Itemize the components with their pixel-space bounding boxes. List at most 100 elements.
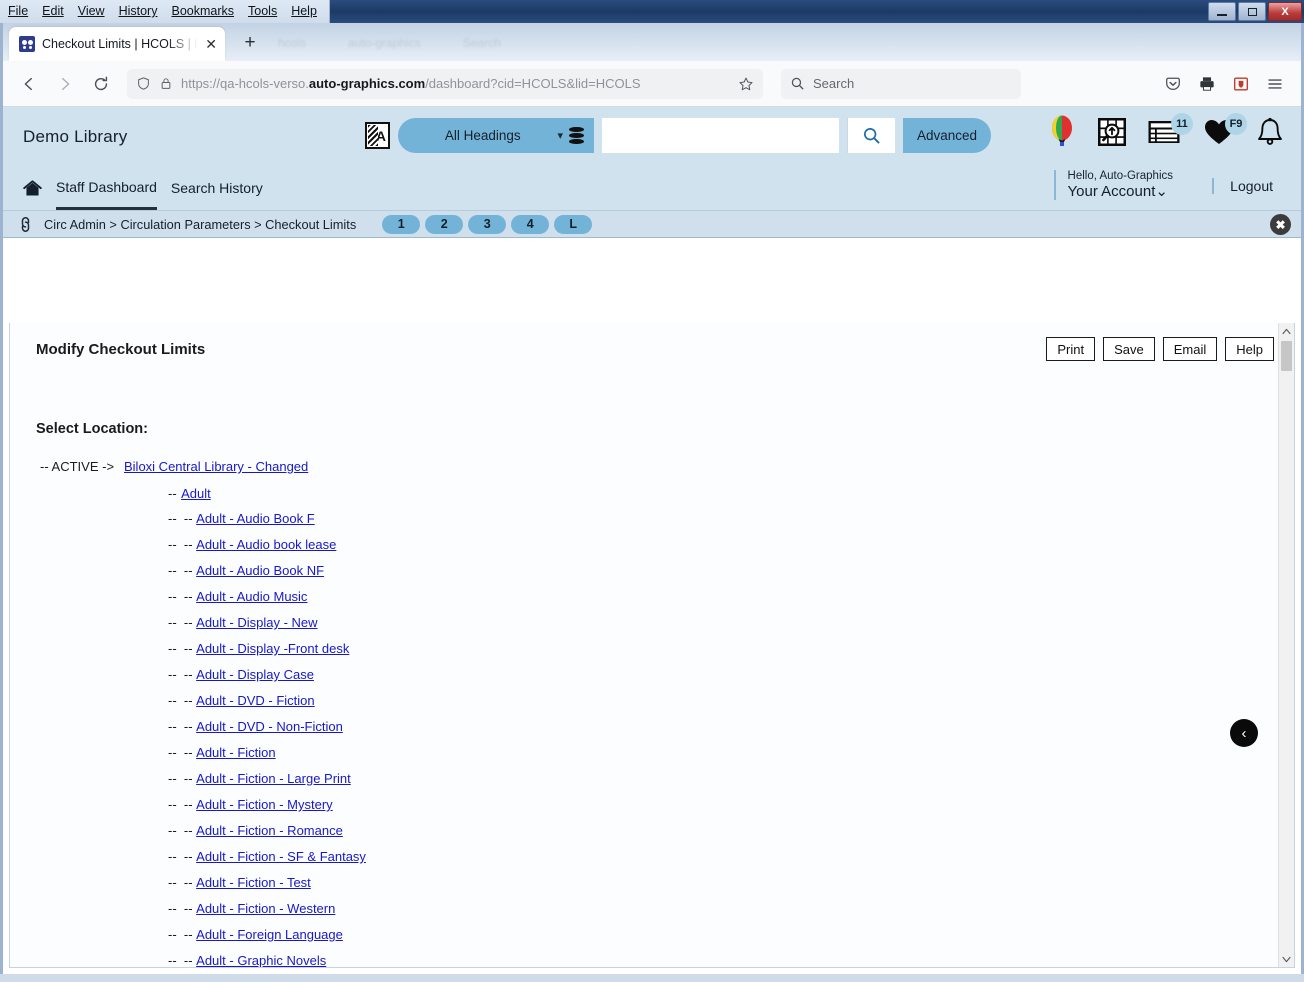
location-link[interactable]: Adult - DVD - Fiction (196, 693, 314, 708)
indent-dashes: -- -- (168, 537, 197, 552)
link-chain-icon (14, 213, 37, 236)
back-icon[interactable] (13, 68, 45, 100)
forward-icon[interactable] (49, 68, 81, 100)
step-3[interactable]: 3 (468, 214, 507, 234)
scrollbar-thumb[interactable] (1281, 341, 1292, 371)
page-header-row: Modify Checkout Limits Print Save Email … (10, 323, 1294, 361)
menu-history[interactable]: History (119, 0, 158, 23)
step-2[interactable]: 2 (425, 214, 464, 234)
content-scroll-area: Modify Checkout Limits Print Save Email … (10, 323, 1294, 967)
location-link[interactable]: Adult - Fiction - Large Print (196, 771, 351, 786)
location-link[interactable]: Adult - Display Case (196, 667, 314, 682)
window-controls: X (1208, 2, 1302, 21)
email-button[interactable]: Email (1162, 337, 1218, 361)
indent-dashes: -- -- (168, 823, 197, 838)
location-link[interactable]: Adult - Audio book lease (196, 537, 336, 552)
content-scrollbar[interactable] (1278, 323, 1294, 967)
close-panel-icon[interactable]: ✖ (1270, 214, 1291, 235)
location-link-adult[interactable]: Adult (181, 486, 211, 501)
indent-dashes: -- -- (168, 901, 197, 916)
step-l[interactable]: L (554, 214, 593, 234)
scroll-up-arrow-icon[interactable] (1279, 323, 1294, 339)
library-brand: Demo Library (23, 126, 128, 146)
your-account-link[interactable]: Your Account⌄ (1068, 183, 1173, 200)
tab-search-history[interactable]: Search History (171, 166, 263, 210)
indent-dashes: -- -- (168, 693, 197, 708)
hamburger-menu-icon[interactable] (1259, 68, 1291, 100)
location-link[interactable]: Adult - Fiction - SF & Fantasy (196, 849, 366, 864)
url-bar[interactable]: https://qa-hcols-verso.auto-graphics.com… (127, 68, 763, 99)
location-link[interactable]: Adult - Display -Front desk (196, 641, 349, 656)
indent-dashes: -- -- (168, 953, 197, 968)
menu-view[interactable]: View (78, 0, 105, 23)
close-window-button[interactable]: X (1268, 2, 1302, 21)
menu-tools[interactable]: Tools (248, 0, 277, 23)
browser-tab-active[interactable]: Checkout Limits | HCOLS | hcols ✕ (9, 27, 225, 61)
print-icon[interactable] (1191, 68, 1223, 100)
tab-strip-ghost-artifact: hcols auto-graphics Search (278, 36, 501, 50)
location-link[interactable]: Adult - Display - New (196, 615, 317, 630)
location-link[interactable]: Adult - Graphic Novels (196, 953, 326, 967)
step-4[interactable]: 4 (511, 214, 550, 234)
browser-navbar: https://qa-hcols-verso.auto-graphics.com… (3, 61, 1301, 107)
language-icon[interactable]: A (365, 122, 390, 149)
menu-help[interactable]: Help (291, 0, 317, 23)
page-title: Modify Checkout Limits (36, 340, 206, 358)
new-tab-button[interactable]: + (235, 28, 265, 58)
collapse-panel-arrow-icon[interactable]: ‹ (1230, 719, 1258, 747)
tab-staff-dashboard[interactable]: Staff Dashboard (56, 166, 157, 210)
step-1[interactable]: 1 (382, 214, 421, 234)
bookmark-star-icon[interactable] (738, 76, 754, 92)
search-scope-label: All Headings (444, 128, 521, 143)
location-link[interactable]: Adult - Audio Book F (196, 511, 315, 526)
active-marker: -- ACTIVE -> (40, 459, 115, 474)
location-link[interactable]: Adult - Audio Book NF (196, 563, 324, 578)
indent-dashes: -- -- (168, 875, 197, 890)
menu-file[interactable]: File (8, 0, 28, 23)
help-button[interactable]: Help (1225, 337, 1274, 361)
database-icon[interactable] (569, 127, 584, 144)
app-header: Demo Library A All Headings ▾ Advanced 1… (3, 107, 1301, 166)
menu-bookmarks[interactable]: Bookmarks (171, 0, 234, 23)
search-scope-dropdown[interactable]: All Headings ▾ (398, 118, 594, 153)
maximize-button[interactable] (1238, 2, 1266, 21)
location-link[interactable]: Adult - Fiction (196, 745, 275, 760)
breadcrumb-bar: Circ Admin > Circulation Parameters > Ch… (3, 211, 1301, 238)
bell-icon[interactable] (1257, 117, 1283, 147)
browser-search-box[interactable]: Search (781, 68, 1021, 99)
tree-row-location: -- -- Adult - Fiction - SF & Fantasy (10, 849, 1294, 875)
search-input[interactable] (602, 118, 839, 153)
minimize-button[interactable] (1208, 2, 1236, 21)
app-window: File Edit View History Bookmarks Tools H… (0, 0, 1304, 982)
browser-chrome: Checkout Limits | HCOLS | hcols ✕ + hcol… (0, 23, 1304, 974)
image-search-icon[interactable] (1095, 115, 1129, 149)
balloon-icon[interactable] (1047, 115, 1077, 149)
location-link[interactable]: Adult - DVD - Non-Fiction (196, 719, 343, 734)
scroll-down-arrow-icon[interactable] (1279, 951, 1294, 967)
action-buttons: Print Save Email Help (1046, 337, 1274, 361)
print-button[interactable]: Print (1046, 337, 1096, 361)
account-menu[interactable]: Hello, Auto-Graphics Your Account⌄ (1053, 170, 1173, 201)
breadcrumb-text: Circ Admin > Circulation Parameters > Ch… (44, 216, 357, 232)
location-link[interactable]: Adult - Fiction - Test (196, 875, 311, 890)
location-link-root[interactable]: Biloxi Central Library - Changed (124, 459, 308, 474)
location-link[interactable]: Adult - Fiction - Western (196, 901, 335, 916)
location-link[interactable]: Adult - Fiction - Romance (196, 823, 343, 838)
location-link[interactable]: Adult - Fiction - Mystery (196, 797, 333, 812)
menu-edit[interactable]: Edit (42, 0, 64, 23)
location-link[interactable]: Adult - Foreign Language (196, 927, 343, 942)
search-submit-icon[interactable] (847, 118, 895, 153)
list-icon[interactable]: 11 (1147, 113, 1193, 146)
reload-icon[interactable] (85, 68, 117, 100)
tree-row-level1: -- Adult (10, 485, 1294, 511)
logout-link[interactable]: Logout (1212, 178, 1273, 194)
pocket-icon[interactable] (1157, 68, 1189, 100)
home-icon[interactable] (23, 179, 42, 197)
location-link[interactable]: Adult - Audio Music (196, 589, 307, 604)
heart-icon[interactable]: F9 (1203, 113, 1247, 146)
save-button[interactable]: Save (1103, 337, 1155, 361)
close-icon[interactable]: ✕ (205, 37, 217, 51)
indent-dashes: -- -- (168, 849, 197, 864)
advanced-search-button[interactable]: Advanced (903, 118, 992, 153)
extension-icon[interactable] (1225, 68, 1257, 100)
